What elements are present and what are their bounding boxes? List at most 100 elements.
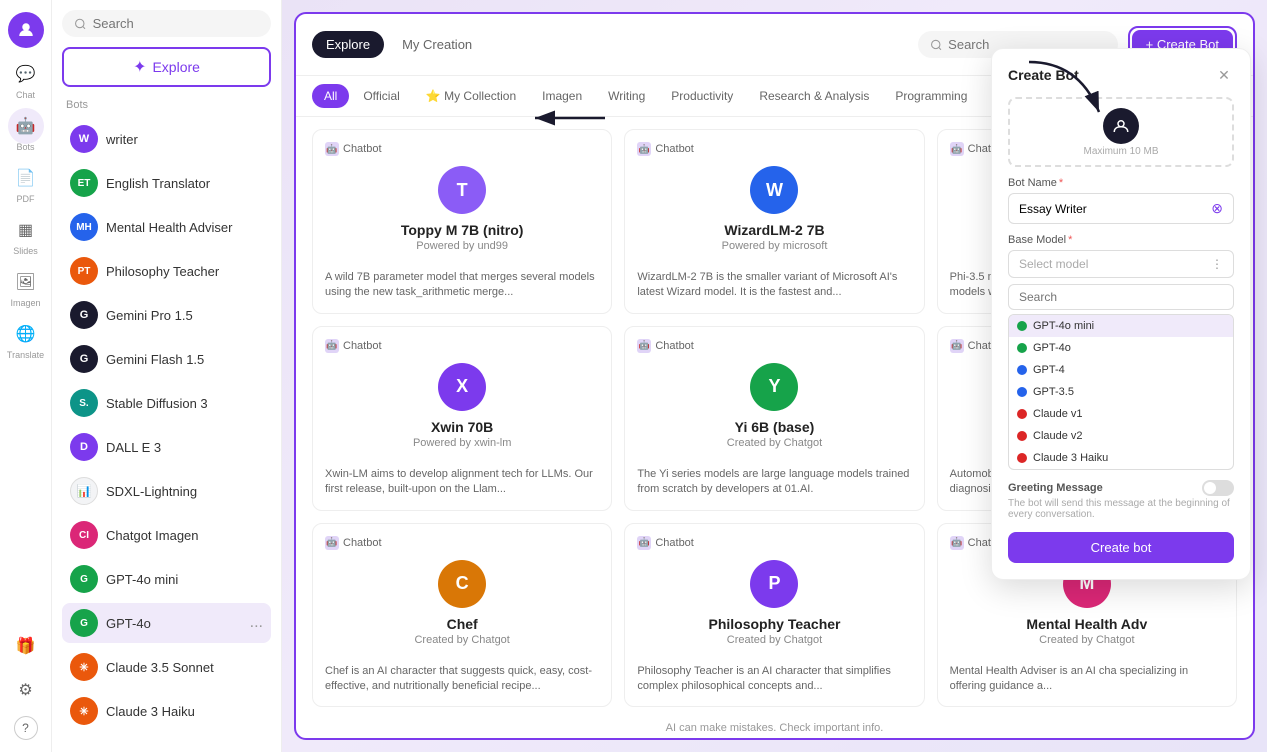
card-avatar: P [750, 560, 798, 608]
bot-name-input-wrapper[interactable]: ⊗ [1008, 193, 1234, 224]
chatbot-badge-icon: 🤖 [325, 536, 339, 550]
model-option-6[interactable]: Claude 3 Haiku [1009, 447, 1233, 469]
card-item-4[interactable]: 🤖 Chatbot Y Yi 6B (base) Created by Chat… [624, 326, 924, 511]
bot-item-claude-sonnet[interactable]: ✳ Claude 3.5 Sonnet [62, 647, 271, 687]
card-item-3[interactable]: 🤖 Chatbot X Xwin 70B Powered by xwin-lm … [312, 326, 612, 511]
card-badge-label: Chatbot [343, 340, 382, 352]
filter-all[interactable]: All [312, 84, 349, 108]
card-avatar: C [438, 560, 486, 608]
bot-name-clear-icon[interactable]: ⊗ [1211, 200, 1223, 217]
model-option-0[interactable]: GPT-4o mini [1009, 315, 1233, 337]
tab-my-creation[interactable]: My Creation [388, 31, 486, 58]
card-badge: 🤖 Chatbot [325, 536, 599, 550]
card-content: C Chef Created by Chatgot [325, 560, 599, 654]
card-badge-label: Chatbot [655, 143, 694, 155]
filter-productivity[interactable]: Productivity [659, 84, 745, 108]
sidebar-slides-icon[interactable]: ▦ [8, 212, 44, 248]
card-content: W WizardLM-2 7B Powered by microsoft [637, 166, 911, 260]
bot-item-stable-diffusion[interactable]: S. Stable Diffusion 3 [62, 383, 271, 423]
upload-area[interactable]: Maximum 10 MB [1008, 97, 1234, 167]
card-item-7[interactable]: 🤖 Chatbot P Philosophy Teacher Created b… [624, 523, 924, 708]
bot-item-claude-haiku[interactable]: ✳ Claude 3 Haiku [62, 691, 271, 731]
filter-research[interactable]: Research & Analysis [747, 84, 881, 108]
bot-item-gpt4o-mini[interactable]: G GPT-4o mini [62, 559, 271, 599]
model-option-4[interactable]: Claude v1 [1009, 403, 1233, 425]
sidebar-bot-icon[interactable]: 🤖 [8, 108, 44, 144]
sidebar-translate-icon[interactable]: 🌐 [8, 316, 44, 352]
model-option-1[interactable]: GPT-4o [1009, 337, 1233, 359]
filter-imagen[interactable]: Imagen [530, 84, 594, 108]
greeting-toggle[interactable] [1202, 480, 1234, 496]
bottom-bar: AI can make mistakes. Check important in… [296, 718, 1253, 738]
card-item-6[interactable]: 🤖 Chatbot C Chef Created by Chatgot Chef… [312, 523, 612, 708]
card-title: Mental Health Adv [1026, 616, 1147, 632]
sidebar-imagen-icon[interactable]: 🖼 [8, 264, 44, 300]
model-name: GPT-4 [1033, 364, 1065, 376]
sidebar-pdf-icon[interactable]: 📄 [8, 160, 44, 196]
card-subtitle: Created by Chatgot [727, 634, 822, 646]
bot-item-gemini-flash[interactable]: G Gemini Flash 1.5 [62, 339, 271, 379]
card-title: Xwin 70B [431, 419, 493, 435]
filter-my-collection[interactable]: ⭐ My Collection [414, 84, 528, 108]
tab-explore[interactable]: Explore [312, 31, 384, 58]
bot-item-more[interactable]: ... [250, 614, 263, 632]
model-search-input[interactable] [1008, 284, 1234, 310]
create-bot-submit-button[interactable]: Create bot [1008, 532, 1234, 563]
model-option-2[interactable]: GPT-4 [1009, 359, 1233, 381]
bot-item-writer[interactable]: W writer [62, 119, 271, 159]
bots-label: Bots [62, 99, 271, 111]
bot-name-gp: Gemini Pro 1.5 [106, 308, 193, 323]
chatbot-badge-icon: 🤖 [637, 142, 651, 156]
model-option-5[interactable]: Claude v2 [1009, 425, 1233, 447]
bot-item-english-translator[interactable]: ET English Translator [62, 163, 271, 203]
card-desc: Mental Health Adviser is an AI cha speci… [950, 664, 1224, 695]
card-item-1[interactable]: 🤖 Chatbot W WizardLM-2 7B Powered by mic… [624, 129, 924, 314]
upload-icon [1103, 108, 1139, 144]
model-name: Claude 3 Haiku [1033, 452, 1108, 464]
bot-item-chatgot-imagen[interactable]: CI Chatgot Imagen [62, 515, 271, 555]
bot-name-cs: Claude 3.5 Sonnet [106, 660, 214, 675]
card-content: P Philosophy Teacher Created by Chatgot [637, 560, 911, 654]
bot-name-g4: GPT-4o [106, 616, 151, 631]
bot-avatar-pt: PT [70, 257, 98, 285]
bot-name-sdxl: SDXL-Lightning [106, 484, 197, 499]
sidebar-chat-icon[interactable]: 💬 [8, 56, 44, 92]
card-subtitle: Created by Chatgot [1039, 634, 1134, 646]
sidebar-settings-icon[interactable]: ⚙ [8, 672, 44, 708]
bot-item-mental-health[interactable]: MH Mental Health Adviser [62, 207, 271, 247]
model-option-3[interactable]: GPT-3.5 [1009, 381, 1233, 403]
card-badge-label: Chatbot [655, 340, 694, 352]
bot-item-gpt4o[interactable]: G GPT-4o ... [62, 603, 271, 643]
chatbot-badge-icon: 🤖 [637, 339, 651, 353]
bot-avatar-ci: CI [70, 521, 98, 549]
card-subtitle: Created by Chatgot [727, 437, 822, 449]
sidebar-gift-icon[interactable]: 🎁 [8, 628, 44, 664]
card-subtitle: Created by Chatgot [414, 634, 509, 646]
bot-item-philosophy[interactable]: PT Philosophy Teacher [62, 251, 271, 291]
bot-name-et: English Translator [106, 176, 210, 191]
bot-item-dalle[interactable]: D DALL E 3 [62, 427, 271, 467]
model-dropdown: GPT-4o miniGPT-4o GPT-4 GPT-3.5Claude v1 Cl… [1008, 314, 1234, 470]
filter-official[interactable]: Official [351, 84, 411, 108]
bot-item-gemini-pro[interactable]: G Gemini Pro 1.5 [62, 295, 271, 335]
overlay-close-button[interactable]: ✕ [1214, 65, 1234, 85]
card-item-0[interactable]: 🤖 Chatbot T Toppy M 7B (nitro) Powered b… [312, 129, 612, 314]
sidebar-home-icon[interactable] [8, 12, 44, 48]
filter-programming[interactable]: Programming [883, 84, 979, 108]
base-model-group: Base Model* Select model ⋮ GPT-4o miniGP… [1008, 234, 1234, 470]
card-title: WizardLM-2 7B [724, 222, 824, 238]
bot-avatar-mh: MH [70, 213, 98, 241]
bot-name-input[interactable] [1019, 202, 1211, 216]
filter-writing[interactable]: Writing [596, 84, 657, 108]
bot-name-writer: writer [106, 132, 138, 147]
bot-name-label: Bot Name* [1008, 177, 1234, 189]
model-name: Claude v2 [1033, 430, 1083, 442]
explore-button[interactable]: ✦ Explore [62, 47, 271, 87]
left-search-input[interactable] [93, 16, 259, 31]
bot-item-sdxl[interactable]: 📊 SDXL-Lightning [62, 471, 271, 511]
bot-name-group: Bot Name* ⊗ [1008, 177, 1234, 224]
sidebar-help-icon[interactable]: ? [14, 716, 38, 740]
model-dot [1017, 453, 1027, 463]
model-select[interactable]: Select model ⋮ [1008, 250, 1234, 278]
left-search-box[interactable] [62, 10, 271, 37]
